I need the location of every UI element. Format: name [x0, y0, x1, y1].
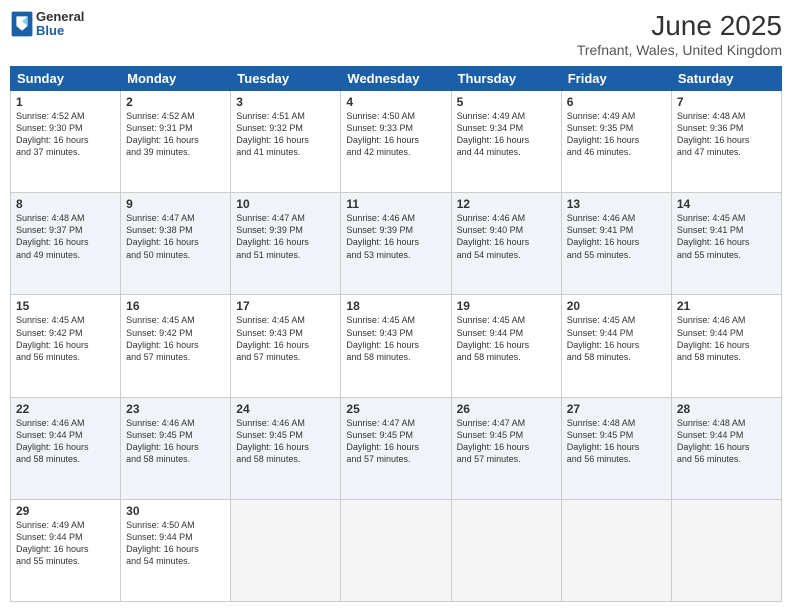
day-16: 16 Sunrise: 4:45 AMSunset: 9:42 PMDaylig… [121, 295, 231, 397]
calendar-row-5: 29 Sunrise: 4:49 AMSunset: 9:44 PMDaylig… [11, 499, 782, 601]
day-26: 26 Sunrise: 4:47 AMSunset: 9:45 PMDaylig… [451, 397, 561, 499]
logo: General Blue [10, 10, 84, 39]
main-title: June 2025 [577, 10, 782, 42]
day-empty-5 [671, 499, 781, 601]
day-empty-3 [451, 499, 561, 601]
day-17: 17 Sunrise: 4:45 AMSunset: 9:43 PMDaylig… [231, 295, 341, 397]
col-sunday: Sunday [11, 67, 121, 91]
day-1: 1 Sunrise: 4:52 AMSunset: 9:30 PMDayligh… [11, 91, 121, 193]
day-13: 13 Sunrise: 4:46 AMSunset: 9:41 PMDaylig… [561, 193, 671, 295]
day-23: 23 Sunrise: 4:46 AMSunset: 9:45 PMDaylig… [121, 397, 231, 499]
day-12: 12 Sunrise: 4:46 AMSunset: 9:40 PMDaylig… [451, 193, 561, 295]
logo-icon [10, 10, 34, 38]
logo-blue-text: Blue [36, 24, 84, 38]
day-empty-1 [231, 499, 341, 601]
day-25: 25 Sunrise: 4:47 AMSunset: 9:45 PMDaylig… [341, 397, 451, 499]
day-19: 19 Sunrise: 4:45 AMSunset: 9:44 PMDaylig… [451, 295, 561, 397]
day-4: 4 Sunrise: 4:50 AMSunset: 9:33 PMDayligh… [341, 91, 451, 193]
day-11: 11 Sunrise: 4:46 AMSunset: 9:39 PMDaylig… [341, 193, 451, 295]
day-22: 22 Sunrise: 4:46 AMSunset: 9:44 PMDaylig… [11, 397, 121, 499]
day-14: 14 Sunrise: 4:45 AMSunset: 9:41 PMDaylig… [671, 193, 781, 295]
col-friday: Friday [561, 67, 671, 91]
calendar-row-3: 15 Sunrise: 4:45 AMSunset: 9:42 PMDaylig… [11, 295, 782, 397]
day-28: 28 Sunrise: 4:48 AMSunset: 9:44 PMDaylig… [671, 397, 781, 499]
day-7: 7 Sunrise: 4:48 AMSunset: 9:36 PMDayligh… [671, 91, 781, 193]
day-empty-4 [561, 499, 671, 601]
header: General Blue June 2025 Trefnant, Wales, … [10, 10, 782, 58]
title-area: June 2025 Trefnant, Wales, United Kingdo… [577, 10, 782, 58]
logo-general-text: General [36, 10, 84, 24]
calendar-row-1: 1 Sunrise: 4:52 AMSunset: 9:30 PMDayligh… [11, 91, 782, 193]
col-monday: Monday [121, 67, 231, 91]
day-20: 20 Sunrise: 4:45 AMSunset: 9:44 PMDaylig… [561, 295, 671, 397]
page: General Blue June 2025 Trefnant, Wales, … [0, 0, 792, 612]
day-27: 27 Sunrise: 4:48 AMSunset: 9:45 PMDaylig… [561, 397, 671, 499]
calendar-header-row: Sunday Monday Tuesday Wednesday Thursday… [11, 67, 782, 91]
logo-text: General Blue [36, 10, 84, 39]
col-thursday: Thursday [451, 67, 561, 91]
col-tuesday: Tuesday [231, 67, 341, 91]
day-3: 3 Sunrise: 4:51 AMSunset: 9:32 PMDayligh… [231, 91, 341, 193]
day-9: 9 Sunrise: 4:47 AMSunset: 9:38 PMDayligh… [121, 193, 231, 295]
calendar-row-4: 22 Sunrise: 4:46 AMSunset: 9:44 PMDaylig… [11, 397, 782, 499]
day-30: 30 Sunrise: 4:50 AMSunset: 9:44 PMDaylig… [121, 499, 231, 601]
day-15: 15 Sunrise: 4:45 AMSunset: 9:42 PMDaylig… [11, 295, 121, 397]
col-saturday: Saturday [671, 67, 781, 91]
day-5: 5 Sunrise: 4:49 AMSunset: 9:34 PMDayligh… [451, 91, 561, 193]
day-2: 2 Sunrise: 4:52 AMSunset: 9:31 PMDayligh… [121, 91, 231, 193]
day-empty-2 [341, 499, 451, 601]
day-8: 8 Sunrise: 4:48 AMSunset: 9:37 PMDayligh… [11, 193, 121, 295]
day-29: 29 Sunrise: 4:49 AMSunset: 9:44 PMDaylig… [11, 499, 121, 601]
day-21: 21 Sunrise: 4:46 AMSunset: 9:44 PMDaylig… [671, 295, 781, 397]
col-wednesday: Wednesday [341, 67, 451, 91]
day-24: 24 Sunrise: 4:46 AMSunset: 9:45 PMDaylig… [231, 397, 341, 499]
day-6: 6 Sunrise: 4:49 AMSunset: 9:35 PMDayligh… [561, 91, 671, 193]
subtitle: Trefnant, Wales, United Kingdom [577, 42, 782, 58]
calendar-row-2: 8 Sunrise: 4:48 AMSunset: 9:37 PMDayligh… [11, 193, 782, 295]
day-18: 18 Sunrise: 4:45 AMSunset: 9:43 PMDaylig… [341, 295, 451, 397]
day-10: 10 Sunrise: 4:47 AMSunset: 9:39 PMDaylig… [231, 193, 341, 295]
calendar-table: Sunday Monday Tuesday Wednesday Thursday… [10, 66, 782, 602]
